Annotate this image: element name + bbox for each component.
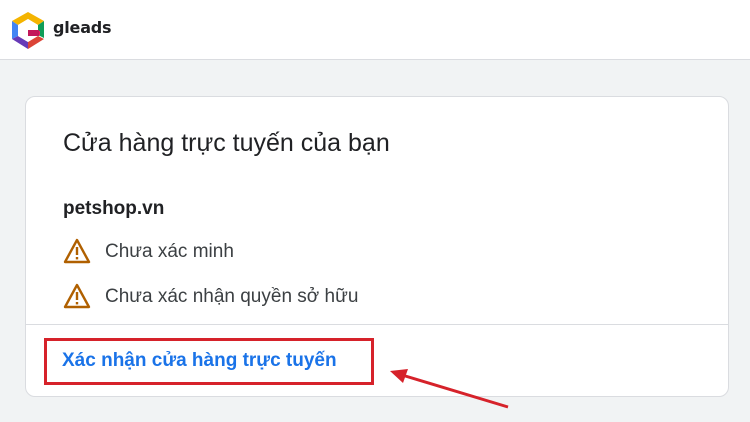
status-label: Chưa xác nhận quyền sở hữu <box>105 286 359 307</box>
store-domain: petshop.vn <box>63 198 165 219</box>
annotation-arrow-icon <box>390 369 509 409</box>
top-bar: gleads <box>0 0 750 60</box>
divider <box>26 324 728 325</box>
online-store-card: Cửa hàng trực tuyến của bạn petshop.vn C… <box>25 96 729 397</box>
warning-icon <box>63 238 91 264</box>
brand-name: gleads <box>53 18 112 37</box>
gleads-logo-icon[interactable] <box>8 9 48 51</box>
warning-icon <box>63 283 91 309</box>
status-label: Chưa xác minh <box>105 241 234 262</box>
card-title: Cửa hàng trực tuyến của bạn <box>63 129 390 157</box>
verify-store-link[interactable]: Xác nhận cửa hàng trực tuyến <box>62 350 337 372</box>
